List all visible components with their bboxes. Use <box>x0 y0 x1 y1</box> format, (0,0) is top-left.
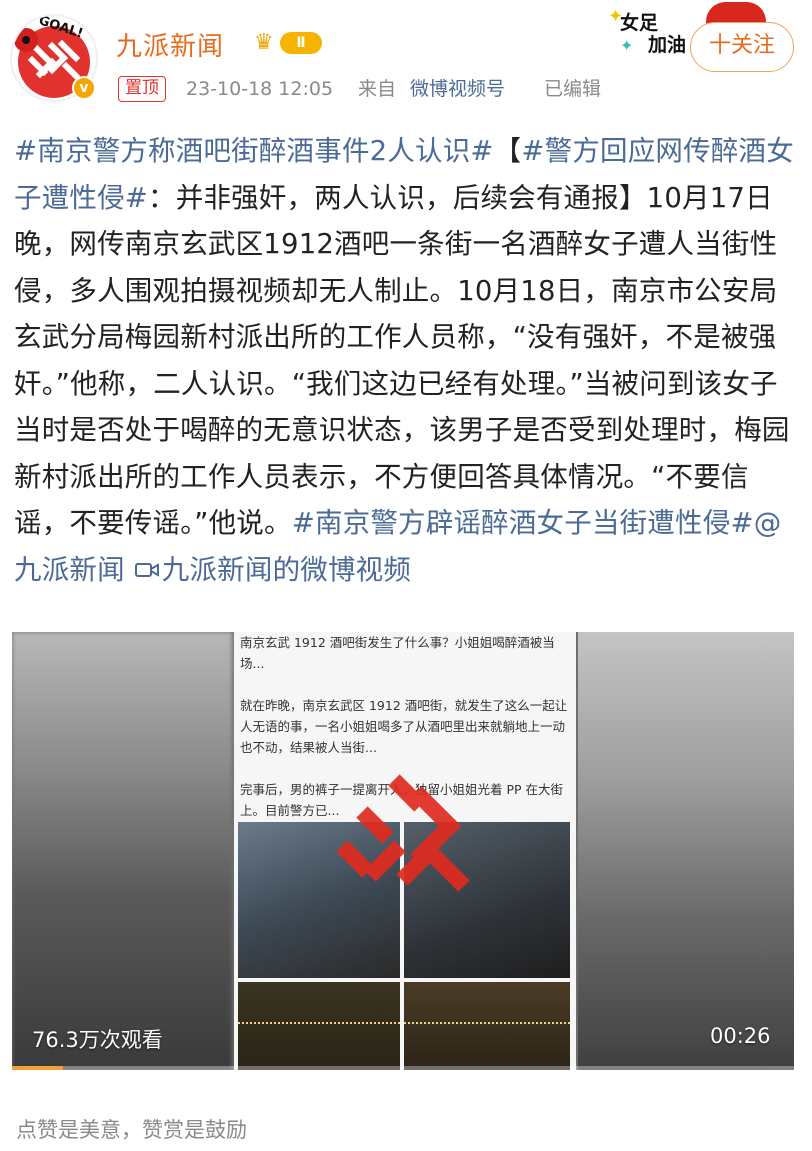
video-player[interactable]: 南京玄武 1912 酒吧街发生了什么事？小姐姐喝醉酒被当场... 就在昨晚，南京… <box>12 632 794 1070</box>
post-header: GOAL! v 九派新闻 ♛ Ⅱ 置顶 23-10-18 12:05 来自 微博… <box>0 0 812 112</box>
source-link[interactable]: 微博视频号 <box>410 76 505 102</box>
hashtag-link[interactable]: #南京警方辟谣醉酒女子当街遭性侵# <box>292 507 754 539</box>
caption-line: 就在昨晚，南京玄武区 1912 酒吧街，就发生了这么一起让人无语的事，一名小姐姐… <box>240 698 568 755</box>
crown-icon: ♛ <box>254 30 274 55</box>
video-link[interactable]: 九派新闻的微博视频 <box>134 554 411 586</box>
bracket-text: 【 <box>493 135 522 167</box>
view-count: 76.3万次观看 <box>32 1028 163 1052</box>
sparkle-icon: ✦ <box>620 36 634 55</box>
post-body: ：并非强奸，两人认识，后续会有通报】10月17日晚，网传南京玄武区1912酒吧一… <box>14 181 790 540</box>
caption-line: 南京玄武 1912 酒吧街发生了什么事？小姐姐喝醉酒被当场... <box>240 635 555 671</box>
blurred-background <box>578 632 794 1070</box>
video-progress-fill <box>12 1066 63 1070</box>
pinned-tag: 置顶 <box>118 76 166 102</box>
source-prefix: 来自 <box>358 78 397 100</box>
video-duration: 00:26 <box>710 1024 771 1048</box>
post-timestamp: 23-10-18 12:05 <box>186 78 334 100</box>
video-camera-icon <box>134 562 159 577</box>
follow-button[interactable]: 十关注 <box>690 22 794 72</box>
account-name[interactable]: 九派新闻 <box>116 26 224 63</box>
verified-badge-icon: v <box>72 76 96 100</box>
jiupai-watermark-icon <box>336 774 470 892</box>
sticker-text: 加油 <box>648 34 687 56</box>
video-link-label: 九派新闻的微博视频 <box>161 553 412 586</box>
level-badge[interactable]: ♛ Ⅱ <box>254 30 324 56</box>
edited-label[interactable]: 已编辑 <box>544 76 601 102</box>
blurred-background <box>12 632 232 1070</box>
reward-prompt: 点赞是美意，赞赏是鼓励 <box>16 1118 247 1142</box>
street-photo <box>404 982 570 1070</box>
level-label: Ⅱ <box>280 32 322 54</box>
video-progress-bar[interactable] <box>12 1066 794 1070</box>
post-text: #南京警方称酒吧街醉酒事件2人认识#【#警方回应网传醉酒女子遭性侵#：并非强奸，… <box>14 128 800 593</box>
street-photo <box>238 982 400 1070</box>
hashtag-link[interactable]: #南京警方称酒吧街醉酒事件2人认识# <box>14 135 494 167</box>
poppy-icon <box>14 28 38 52</box>
